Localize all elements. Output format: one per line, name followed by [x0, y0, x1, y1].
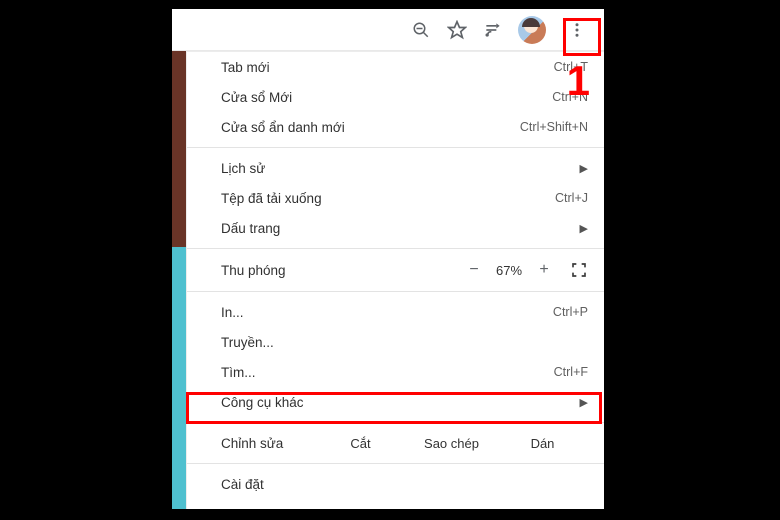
menu-item-history[interactable]: Lịch sử ▶ — [187, 153, 604, 183]
chevron-right-icon: ▶ — [572, 396, 588, 409]
menu-separator — [187, 291, 604, 292]
chevron-right-icon: ▶ — [572, 222, 588, 235]
menu-item-settings[interactable]: Cài đặt — [187, 469, 604, 499]
menu-item-incognito[interactable]: Cửa sổ ẩn danh mới Ctrl+Shift+N — [187, 112, 604, 142]
menu-shortcut: Ctrl+P — [545, 305, 588, 319]
menu-item-zoom: Thu phóng − 67% + — [187, 254, 604, 286]
menu-label: Công cụ khác — [221, 395, 572, 410]
menu-item-new-window[interactable]: Cửa sổ Mới Ctrl+N — [187, 82, 604, 112]
menu-label: Truyền... — [221, 335, 588, 350]
zoom-out-button[interactable]: − — [462, 261, 486, 279]
menu-item-new-tab[interactable]: Tab mới Ctrl+T — [187, 52, 604, 82]
menu-item-downloads[interactable]: Tệp đã tải xuống Ctrl+J — [187, 183, 604, 213]
menu-label: Dấu trang — [221, 221, 572, 236]
menu-shortcut: Ctrl+J — [547, 191, 588, 205]
menu-shortcut: Ctrl+F — [546, 365, 588, 379]
menu-item-print[interactable]: In... Ctrl+P — [187, 297, 604, 327]
menu-label: Tệp đã tải xuống — [221, 191, 547, 206]
chevron-right-icon: ▶ — [572, 162, 588, 175]
menu-item-cast[interactable]: Truyền... — [187, 327, 604, 357]
menu-label: Tab mới — [221, 60, 546, 75]
zoom-in-button[interactable]: + — [532, 261, 556, 279]
annotation-step-number: 1 — [567, 57, 590, 105]
menu-label: Tìm... — [221, 365, 546, 380]
chevron-right-icon: ▶ — [572, 508, 588, 510]
menu-separator — [187, 463, 604, 464]
page-background-strip — [172, 51, 186, 509]
menu-item-help[interactable]: Trợ giúp ▶ — [187, 499, 604, 509]
menu-label: Cửa sổ ẩn danh mới — [221, 120, 512, 135]
menu-label: Trợ giúp — [221, 507, 572, 510]
edit-cut-button[interactable]: Cắt — [315, 436, 406, 451]
menu-label: In... — [221, 305, 545, 320]
edit-paste-button[interactable]: Dán — [497, 436, 588, 451]
more-menu-button[interactable] — [560, 13, 594, 47]
zoom-out-icon[interactable] — [410, 19, 432, 41]
menu-separator — [187, 248, 604, 249]
menu-item-bookmarks[interactable]: Dấu trang ▶ — [187, 213, 604, 243]
menu-item-edit: Chỉnh sửa Cắt Sao chép Dán — [187, 428, 604, 458]
edit-copy-button[interactable]: Sao chép — [406, 436, 497, 451]
star-icon[interactable] — [446, 19, 468, 41]
menu-label: Cài đặt — [221, 477, 588, 492]
menu-label: Cửa sổ Mới — [221, 90, 544, 105]
chrome-main-menu: Tab mới Ctrl+T Cửa sổ Mới Ctrl+N Cửa sổ … — [186, 51, 604, 509]
menu-item-more-tools[interactable]: Công cụ khác ▶ — [187, 387, 604, 417]
fullscreen-icon[interactable] — [570, 261, 588, 279]
browser-toolbar — [172, 9, 604, 51]
menu-separator — [187, 422, 604, 423]
edit-label: Chỉnh sửa — [221, 436, 315, 451]
avatar-icon[interactable] — [518, 16, 546, 44]
menu-shortcut: Ctrl+Shift+N — [512, 120, 588, 134]
menu-label: Lịch sử — [221, 161, 572, 176]
zoom-label: Thu phóng — [221, 263, 462, 278]
media-control-icon[interactable] — [482, 19, 504, 41]
menu-item-find[interactable]: Tìm... Ctrl+F — [187, 357, 604, 387]
menu-separator — [187, 147, 604, 148]
zoom-value: 67% — [486, 263, 532, 278]
